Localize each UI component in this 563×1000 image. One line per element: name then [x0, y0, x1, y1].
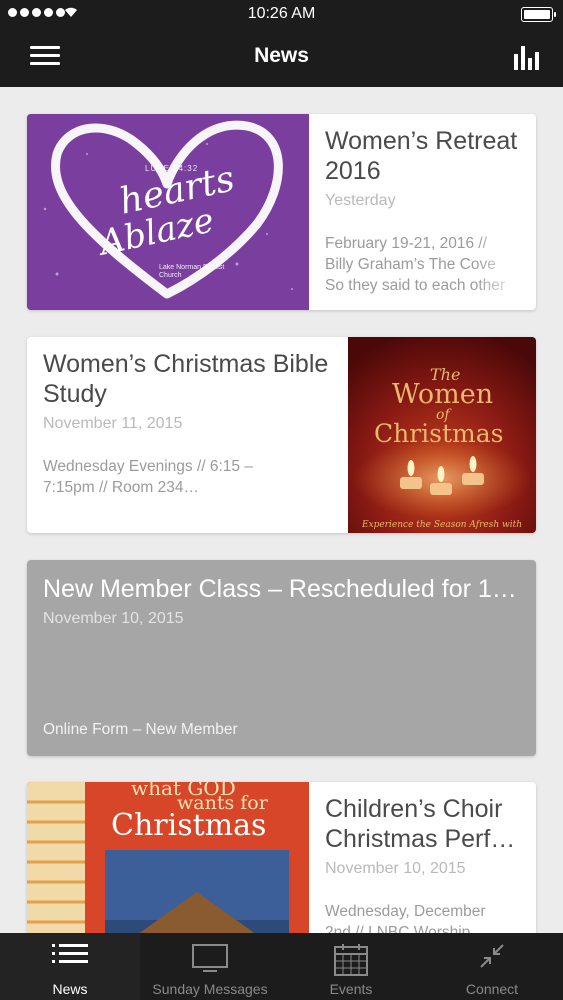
chart-icon[interactable] [512, 44, 542, 70]
tab-label: News [52, 981, 88, 997]
news-card-date: November 10, 2015 [43, 610, 184, 627]
tab-connect[interactable]: Connect [422, 933, 562, 1000]
tab-events[interactable]: Events [281, 933, 421, 1000]
image-title-christmas: Christmas [374, 419, 504, 448]
news-card-date: November 10, 2015 [325, 860, 466, 877]
top-bar: 10:26 AM News [0, 0, 563, 87]
list-icon [52, 944, 88, 963]
calendar-icon [334, 944, 368, 976]
tab-label: Connect [465, 981, 519, 997]
news-card-womens-retreat[interactable]: LUKE 24:32 hearts Ablaze Lake Norman Bap… [27, 114, 536, 310]
connect-icon [480, 944, 504, 968]
news-card-title: Women’s Christmas Bible Study [43, 350, 329, 408]
news-card-image: The Women of Christmas Experience the Se… [348, 337, 536, 533]
image-line-3: Christmas [111, 808, 267, 843]
news-card-new-member-class[interactable]: New Member Class – Rescheduled for 1… No… [27, 560, 536, 756]
tab-label: Events [329, 981, 373, 997]
monitor-icon [192, 944, 228, 972]
news-card-christmas-bible-study[interactable]: Women’s Christmas Bible Study November 1… [27, 337, 536, 533]
tab-label: Sunday Messages [152, 981, 268, 997]
news-card-description: Wednesday Evenings // 6:15 – 7:15pm // R… [43, 458, 253, 496]
news-card-date: November 11, 2015 [43, 415, 183, 432]
news-card-text: Women’s Christmas Bible Study November 1… [43, 337, 343, 533]
news-card-image: LUKE 24:32 hearts Ablaze Lake Norman Bap… [27, 114, 309, 310]
status-bar: 10:26 AM [0, 0, 563, 28]
news-card-title: Women’s Retreat 2016 [325, 127, 518, 185]
status-time: 10:26 AM [247, 5, 316, 22]
news-card-description: February 19-21, 2016 // Billy Graham’s T… [325, 235, 506, 294]
battery-icon [521, 7, 556, 22]
tab-news[interactable]: News [0, 933, 140, 1000]
news-card-title: Children’s Choir Christmas Perf… [325, 795, 516, 853]
page-title: News [254, 44, 309, 67]
image-title-women: Women [392, 379, 494, 410]
news-card-title: New Member Class – Rescheduled for 1… [43, 575, 517, 603]
news-card-date: Yesterday [325, 192, 396, 209]
news-card-description: Online Form – New Member [43, 721, 238, 738]
news-card-text: Women’s Retreat 2016 Yesterday February … [325, 114, 525, 310]
tab-sunday-messages[interactable]: Sunday Messages [140, 933, 280, 1000]
image-subtitle: Experience the Season Afresh with [362, 520, 522, 530]
tab-bar: News Sunday Messages Events Connect [0, 933, 563, 1000]
image-small-bottom: Lake Norman Baptist Church [159, 264, 225, 279]
